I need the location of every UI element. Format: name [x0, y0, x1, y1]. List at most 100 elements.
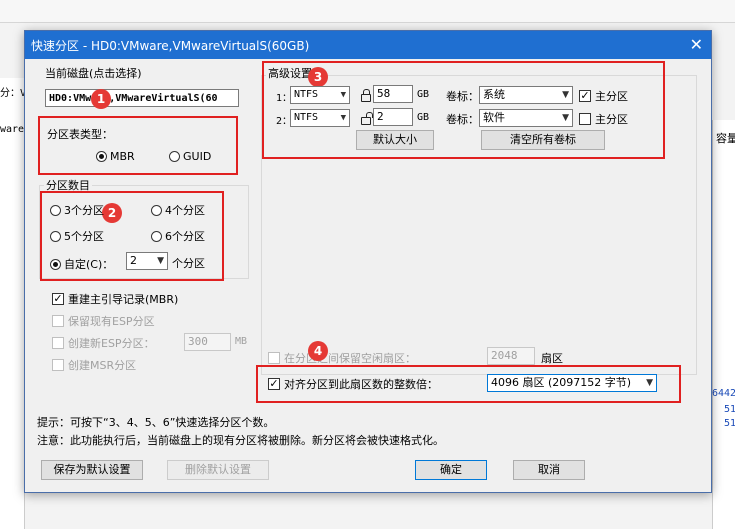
check-create-esp-box	[52, 337, 64, 349]
partition-row-1-fs-value: NTFS	[294, 89, 319, 100]
partition-row-2-fs-select[interactable]: NTFS ▼	[290, 109, 350, 127]
radio-custom-label: 自定(C)：	[64, 258, 114, 271]
radio-6-label: 6个分区	[165, 230, 205, 243]
check-keep-esp-label: 保留现有ESP分区	[68, 315, 155, 328]
partition-row-2-vol-label-text: 卷标：	[446, 113, 479, 126]
partition-row-1-vol-label-select[interactable]: 系统 ▼	[479, 86, 573, 104]
partition-row-1-primary-box: ✓	[579, 89, 591, 102]
check-create-esp[interactable]: 创建新ESP分区：	[52, 335, 155, 351]
radio-guid-indicator	[169, 151, 180, 162]
partition-row-2-vol-label-select[interactable]: 软件 ▼	[479, 109, 573, 127]
partition-row-2-unit: GB	[417, 112, 430, 123]
esp-size-input[interactable]: 300	[184, 333, 231, 351]
current-disk-label: 当前磁盘(点击选择)	[43, 65, 144, 81]
chevron-down-icon: ▼	[340, 90, 346, 100]
partition-row-2-primary-label: 主分区	[595, 113, 628, 126]
lock-icon[interactable]	[361, 89, 371, 102]
save-default-button[interactable]: 保存为默认设置	[41, 460, 143, 480]
partition-row-1-fs-select[interactable]: NTFS ▼	[290, 86, 350, 104]
check-keep-esp[interactable]: 保留现有ESP分区	[52, 313, 155, 329]
dialog-titlebar[interactable]: 快速分区 - HD0:VMware,VMwareVirtualS(60GB) ✕	[25, 31, 711, 59]
chevron-down-icon: ▼	[340, 113, 346, 123]
check-keep-esp-box	[52, 315, 64, 327]
check-create-msr-label: 创建MSR分区	[68, 359, 137, 372]
radio-5-indicator	[50, 230, 61, 242]
chevron-down-icon: ▼	[646, 378, 653, 388]
check-reserve-sectors-box	[268, 352, 280, 364]
radio-guid-label: GUID	[183, 150, 212, 163]
radio-6-partitions[interactable]: 6个分区	[151, 228, 205, 244]
unlock-icon[interactable]	[361, 112, 373, 125]
radio-4-label: 4个分区	[165, 204, 205, 217]
check-reserve-sectors[interactable]: 在分区之间保留空闲扇区：	[268, 350, 416, 366]
partition-row-1-size-input[interactable]: 58	[373, 85, 413, 103]
check-rebuild-mbr-label: 重建主引导记录(MBR)	[68, 293, 179, 306]
partition-row-2-size-input[interactable]: 2	[373, 108, 413, 126]
reserve-sectors-unit: 扇区	[541, 352, 563, 365]
check-align-partitions[interactable]: ✓ 对齐分区到此扇区数的整数倍：	[268, 376, 438, 392]
check-rebuild-mbr-box: ✓	[52, 292, 64, 305]
check-create-msr-box	[52, 359, 64, 371]
check-reserve-sectors-label: 在分区之间保留空闲扇区：	[284, 352, 416, 365]
radio-4-indicator	[151, 204, 162, 216]
background-toolbar	[0, 0, 735, 23]
partition-row-1-vol-label-text: 卷标：	[446, 90, 479, 103]
annotation-badge-3: 3	[308, 67, 328, 87]
align-sectors-select[interactable]: 4096 扇区 (2097152 字节) ▼	[487, 374, 657, 392]
hint-tip: 提示：可按下“3、4、5、6”快速选择分区个数。	[37, 416, 275, 429]
annotation-badge-4: 4	[308, 341, 328, 361]
background-left-text-1: 分：VM	[0, 88, 24, 99]
close-icon[interactable]: ✕	[690, 35, 703, 54]
radio-3-indicator	[50, 204, 61, 216]
radio-custom-indicator	[50, 258, 61, 270]
check-rebuild-mbr[interactable]: ✓ 重建主引导记录(MBR)	[52, 291, 178, 307]
check-create-msr[interactable]: 创建MSR分区	[52, 357, 136, 373]
chevron-down-icon: ▼	[562, 90, 569, 100]
custom-count-suffix: 个分区	[172, 257, 205, 270]
partition-row-2-vol-label-value: 软件	[483, 111, 505, 124]
partition-row-1-primary-check[interactable]: ✓ 主分区	[579, 88, 628, 104]
background-column-header: 容量	[716, 132, 735, 145]
radio-guid[interactable]: GUID	[169, 150, 211, 163]
advanced-settings-label: 高级设置	[266, 65, 314, 81]
partition-row-2-fs-value: NTFS	[294, 112, 319, 123]
radio-3-label: 3个分区	[64, 204, 104, 217]
partition-row-2-primary-check[interactable]: 主分区	[579, 111, 628, 127]
custom-count-value: 2	[130, 254, 137, 267]
background-right-panel	[712, 120, 735, 529]
radio-mbr[interactable]: MBR	[96, 150, 135, 163]
radio-mbr-label: MBR	[110, 150, 135, 163]
chevron-down-icon: ▼	[562, 113, 569, 123]
radio-4-partitions[interactable]: 4个分区	[151, 202, 205, 218]
reserve-sectors-input[interactable]: 2048	[487, 347, 535, 365]
default-size-button[interactable]: 默认大小	[356, 130, 434, 150]
current-disk-field[interactable]: HD0:VMware,VMwareVirtualS(60	[45, 89, 239, 107]
radio-6-indicator	[151, 230, 162, 242]
background-left-text-2: ware	[0, 124, 24, 135]
partition-row-1-unit: GB	[417, 89, 430, 100]
radio-3-partitions[interactable]: 3个分区	[50, 202, 104, 218]
check-align-partitions-box: ✓	[268, 377, 280, 390]
cancel-button[interactable]: 取消	[513, 460, 585, 480]
ok-button[interactable]: 确定	[415, 460, 487, 480]
check-create-esp-label: 创建新ESP分区：	[68, 337, 155, 350]
radio-mbr-indicator	[96, 151, 107, 162]
radio-5-label: 5个分区	[64, 230, 104, 243]
background-number-1: 6442	[712, 388, 735, 399]
check-align-partitions-label: 对齐分区到此扇区数的整数倍：	[284, 378, 438, 391]
align-sectors-value: 4096 扇区 (2097152 字节)	[491, 376, 632, 389]
background-number-2: 51	[724, 404, 735, 415]
partition-row-1-primary-label: 主分区	[595, 90, 628, 103]
hint-note: 注意：此功能执行后，当前磁盘上的现有分区将被删除。新分区将会被快速格式化。	[37, 434, 444, 447]
annotation-box-1	[38, 116, 238, 175]
partition-row-1-vol-label-value: 系统	[483, 88, 505, 101]
radio-5-partitions[interactable]: 5个分区	[50, 228, 104, 244]
delete-default-button[interactable]: 删除默认设置	[167, 460, 269, 480]
custom-count-select[interactable]: 2 ▼	[126, 252, 168, 270]
clear-labels-button[interactable]: 清空所有卷标	[481, 130, 605, 150]
dialog-title: 快速分区 - HD0:VMware,VMwareVirtualS(60GB)	[31, 39, 310, 53]
chevron-down-icon: ▼	[157, 256, 164, 266]
partition-row-2-primary-box	[579, 113, 591, 125]
esp-size-unit: MB	[235, 336, 248, 347]
radio-custom[interactable]: 自定(C)：	[50, 256, 113, 272]
